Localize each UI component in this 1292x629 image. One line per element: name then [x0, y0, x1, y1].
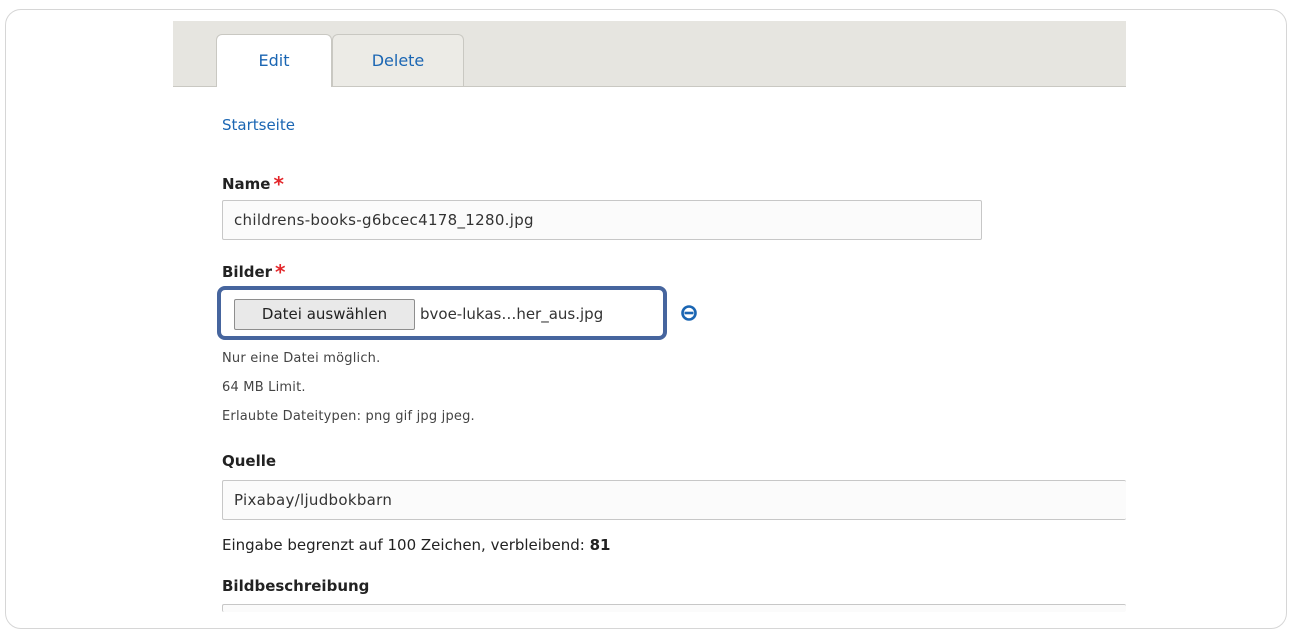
counter-text: Eingabe begrenzt auf 100 Zeichen, verble… — [222, 536, 585, 554]
remove-circle-icon[interactable] — [680, 304, 698, 322]
name-label: Name * — [222, 170, 284, 196]
tab-bar: Edit Delete — [173, 21, 1126, 87]
name-input[interactable]: childrens-books-g6bcec4178_1280.jpg — [222, 200, 982, 240]
description-label: Bildbeschreibung — [222, 577, 370, 595]
required-marker: * — [275, 260, 286, 284]
selected-file-name: bvoe-lukas…her_aus.jpg — [420, 305, 604, 323]
tab-edit[interactable]: Edit — [216, 34, 332, 87]
source-label: Quelle — [222, 452, 277, 470]
file-upload-highlight: Datei auswählen bvoe-lukas…her_aus.jpg — [217, 286, 667, 340]
source-input[interactable]: Pixabay/ljudbokbarn — [222, 480, 1126, 520]
images-label-text: Bilder — [222, 263, 273, 281]
description-input[interactable] — [222, 604, 1126, 612]
help-text-file-types: Erlaubte Dateitypen: png gif jpg jpeg. — [222, 409, 475, 424]
images-label: Bilder * — [222, 258, 286, 284]
name-label-text: Name — [222, 175, 271, 193]
breadcrumb-home-link[interactable]: Startseite — [222, 116, 295, 134]
help-text-size-limit: 64 MB Limit. — [222, 380, 306, 395]
choose-file-button[interactable]: Datei auswählen — [234, 299, 415, 330]
tab-delete[interactable]: Delete — [332, 34, 464, 86]
counter-value: 81 — [589, 536, 611, 554]
help-text-single-file: Nur eine Datei möglich. — [222, 351, 381, 366]
character-counter: Eingabe begrenzt auf 100 Zeichen, verble… — [222, 536, 610, 554]
required-marker: * — [273, 172, 284, 196]
